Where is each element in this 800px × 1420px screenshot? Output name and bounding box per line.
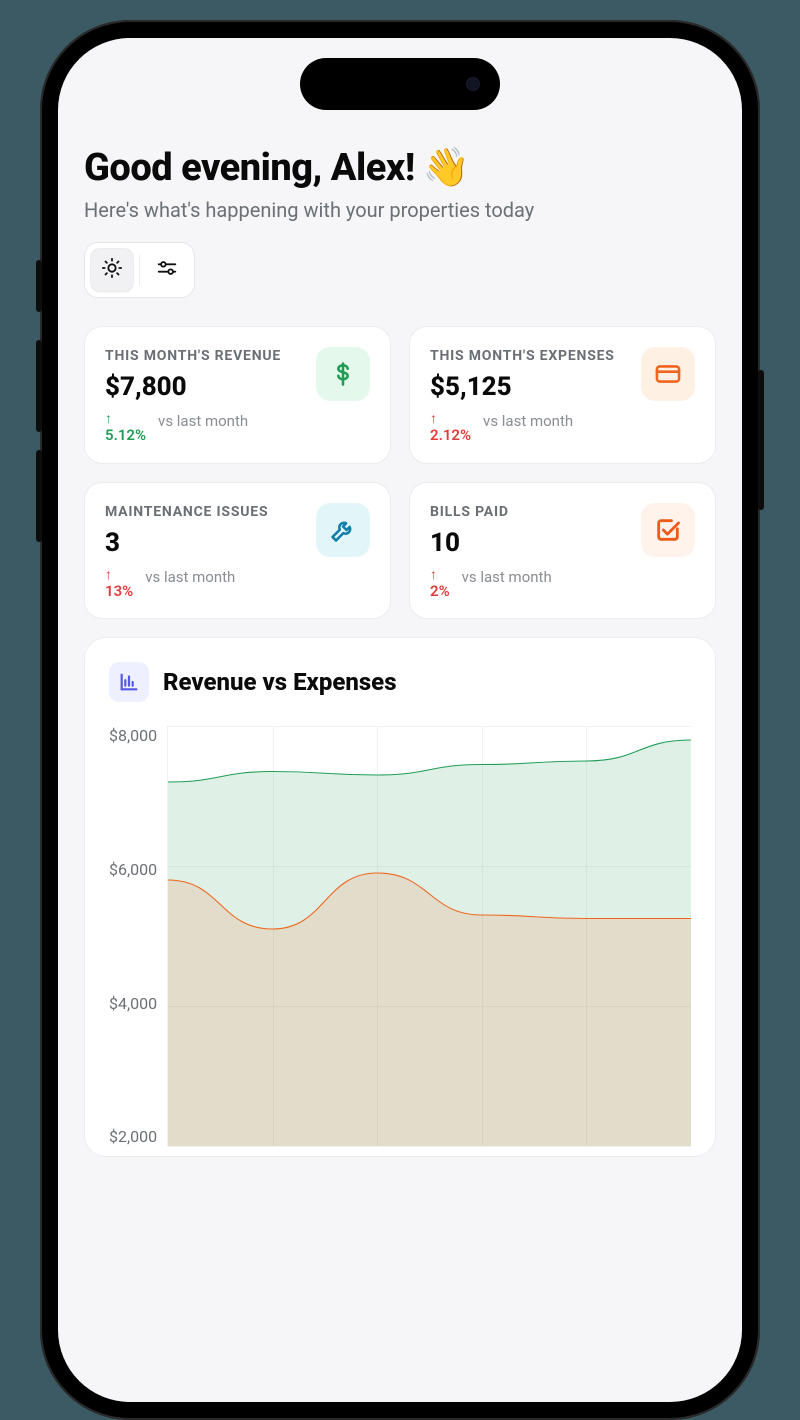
- phone-side-button: [36, 260, 42, 312]
- credit-card-icon: [641, 347, 695, 401]
- chart-header: Revenue vs Expenses: [109, 662, 691, 702]
- chart-title: Revenue vs Expenses: [163, 668, 397, 696]
- phone-camera: [466, 77, 480, 91]
- delta-compare: vs last month: [158, 412, 248, 431]
- card-revenue[interactable]: THIS MONTH'S REVENUE $7,800 ↑ 5.12% vs l…: [84, 326, 391, 464]
- card-delta: ↑ 2% vs last month: [430, 568, 695, 601]
- sun-icon: [101, 257, 123, 283]
- greeting-heading: Good evening, Alex! 👋: [84, 146, 716, 190]
- card-value: 10: [430, 528, 509, 558]
- card-label: MAINTENANCE ISSUES: [105, 503, 268, 522]
- card-maintenance[interactable]: MAINTENANCE ISSUES 3 ↑ 13% vs last month: [84, 482, 391, 620]
- phone-side-button: [36, 450, 42, 542]
- card-label: THIS MONTH'S EXPENSES: [430, 347, 615, 366]
- wrench-icon: [316, 503, 370, 557]
- stats-grid: THIS MONTH'S REVENUE $7,800 ↑ 5.12% vs l…: [84, 326, 716, 619]
- chart-card: Revenue vs Expenses $8,000 $6,000 $4,000…: [84, 637, 716, 1157]
- card-bills[interactable]: BILLS PAID 10 ↑ 2% vs last month: [409, 482, 716, 620]
- delta-percent: 13%: [105, 582, 133, 601]
- y-tick: $4,000: [109, 994, 157, 1013]
- chart-svg: [168, 726, 691, 1146]
- card-delta: ↑ 13% vs last month: [105, 568, 370, 601]
- bar-chart-icon: [109, 662, 149, 702]
- card-value: $7,800: [105, 372, 281, 402]
- chart-y-axis: $8,000 $6,000 $4,000 $2,000: [109, 726, 167, 1146]
- y-tick: $8,000: [109, 726, 157, 745]
- card-delta: ↑ 5.12% vs last month: [105, 412, 370, 445]
- y-tick: $2,000: [109, 1127, 157, 1146]
- delta-percent: 2.12%: [430, 426, 471, 445]
- card-value: $5,125: [430, 372, 615, 402]
- card-label: BILLS PAID: [430, 503, 509, 522]
- phone-side-button: [758, 370, 764, 510]
- delta-compare: vs last month: [462, 568, 552, 587]
- phone-side-button: [36, 340, 42, 432]
- greeting-text: Good evening, Alex!: [84, 146, 415, 190]
- arrow-up-icon: ↑: [105, 568, 112, 582]
- delta-percent: 2%: [430, 582, 450, 601]
- delta-compare: vs last month: [145, 568, 235, 587]
- arrow-up-icon: ↑: [430, 568, 437, 582]
- card-value: 3: [105, 528, 268, 558]
- sliders-icon: [156, 257, 178, 283]
- y-tick: $6,000: [109, 860, 157, 879]
- dollar-icon: [316, 347, 370, 401]
- check-square-icon: [641, 503, 695, 557]
- dashboard-content: Good evening, Alex! 👋 Here's what's happ…: [58, 38, 742, 1157]
- phone-notch: [300, 58, 500, 110]
- card-expenses[interactable]: THIS MONTH'S EXPENSES $5,125 ↑ 2.12% vs …: [409, 326, 716, 464]
- card-delta: ↑ 2.12% vs last month: [430, 412, 695, 445]
- chart-plot-area[interactable]: [167, 726, 691, 1146]
- delta-percent: 5.12%: [105, 426, 146, 445]
- filters-button[interactable]: [145, 248, 189, 292]
- toolbar-separator: [139, 255, 140, 285]
- phone-screen: Good evening, Alex! 👋 Here's what's happ…: [58, 38, 742, 1402]
- delta-compare: vs last month: [483, 412, 573, 431]
- chart-body: $8,000 $6,000 $4,000 $2,000: [109, 726, 691, 1146]
- greeting-subtitle: Here's what's happening with your proper…: [84, 198, 716, 222]
- wave-emoji-icon: 👋: [423, 146, 470, 190]
- phone-frame: Good evening, Alex! 👋 Here's what's happ…: [40, 20, 760, 1420]
- card-label: THIS MONTH'S REVENUE: [105, 347, 281, 366]
- header-toolbar: [84, 242, 195, 298]
- arrow-up-icon: ↑: [430, 412, 437, 426]
- theme-toggle-button[interactable]: [90, 248, 134, 292]
- arrow-up-icon: ↑: [105, 412, 112, 426]
